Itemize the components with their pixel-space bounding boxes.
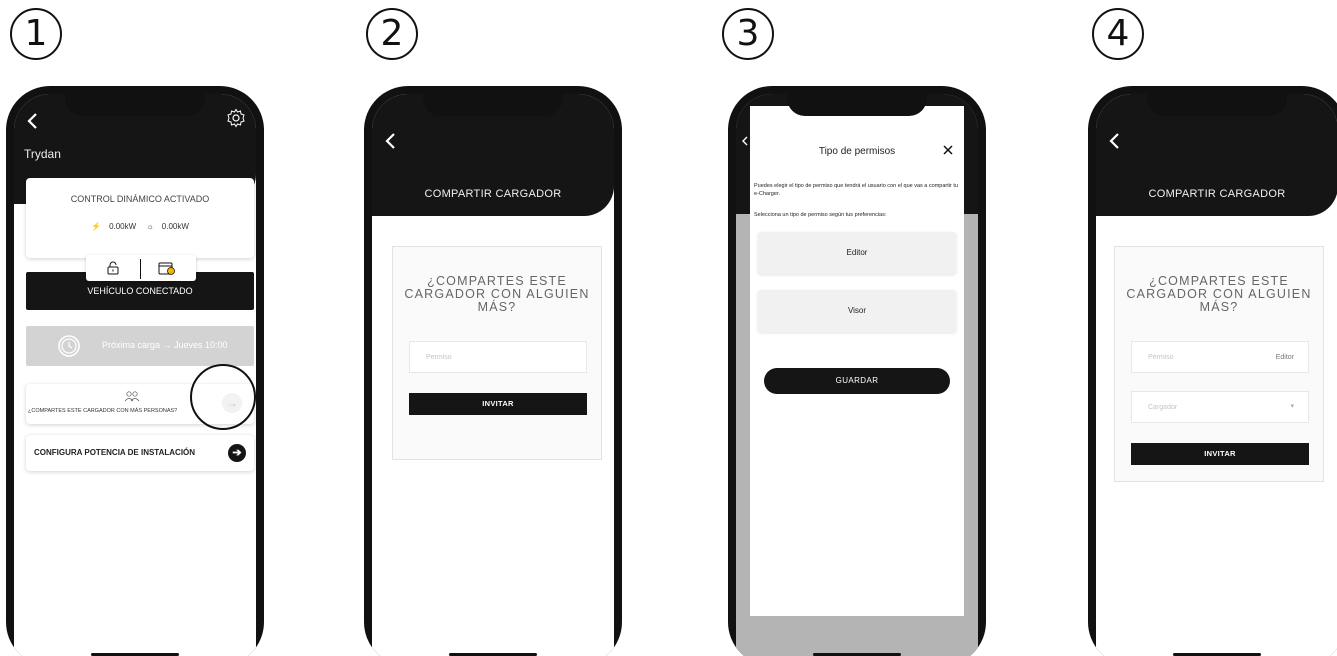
permission-field[interactable]: Permiso Editor bbox=[1131, 341, 1309, 373]
charger-select[interactable]: Cargador ▾ bbox=[1131, 391, 1309, 423]
power-config-label: CONFIGURA POTENCIA DE INSTALACIÓN bbox=[34, 448, 196, 457]
share-form: ¿COMPARTES ESTE CARGADOR CON ALGUIEN MÁS… bbox=[1114, 246, 1324, 482]
sun-icon: ☼ bbox=[146, 222, 154, 231]
notch bbox=[423, 94, 563, 116]
permission-placeholder: Permiso bbox=[1148, 354, 1174, 361]
modal-title: Tipo de permisos bbox=[818, 146, 896, 157]
permissions-screen: Tipo de permisos Puedes elegir el tipo d… bbox=[736, 94, 978, 656]
page-title: COMPARTIR CARGADOR bbox=[424, 188, 562, 200]
divider bbox=[140, 259, 141, 279]
option-editor[interactable]: Editor bbox=[758, 232, 956, 274]
permission-placeholder: Permiso bbox=[426, 354, 452, 361]
step-number-1: 1 bbox=[10, 8, 62, 60]
dynamic-control-card: CONTROL DINÁMICO ACTIVADO ⚡ 0.00kW ☼ 0.00k… bbox=[26, 178, 254, 258]
back-icon[interactable] bbox=[24, 112, 42, 130]
clock-icon bbox=[58, 335, 80, 357]
chevron-down-icon: ▾ bbox=[1290, 403, 1294, 410]
charger-screen: Trydan CONTROL DINÁMICO ACTIVADO ⚡ 0.00kW… bbox=[14, 94, 256, 656]
share-charger-text: ¿COMPARTES ESTE CARGADOR CON MÁS PERSONA… bbox=[28, 408, 178, 414]
share-question: ¿COMPARTES ESTE CARGADOR CON ALGUIEN MÁS… bbox=[404, 274, 590, 314]
charger-name: Trydan bbox=[24, 147, 61, 161]
grid-tower-icon: ⚡ bbox=[91, 222, 102, 231]
phone-3: Tipo de permisos Puedes elegir el tipo d… bbox=[728, 86, 986, 656]
vehicle-connected-label: VEHÍCULO CONECTADO bbox=[87, 286, 193, 296]
power-readings: ⚡ 0.00kW ☼ 0.00kW bbox=[26, 222, 254, 231]
page-title: COMPARTIR CARGADOR bbox=[1148, 188, 1286, 200]
grid-power-value: 0.00kW bbox=[109, 222, 137, 231]
people-icon bbox=[124, 391, 140, 402]
notch bbox=[1147, 94, 1287, 116]
highlight-circle bbox=[190, 364, 256, 430]
back-icon bbox=[742, 136, 748, 146]
power-config-card[interactable]: CONFIGURA POTENCIA DE INSTALACIÓN ➔ bbox=[26, 435, 254, 471]
save-button[interactable]: GUARDAR bbox=[764, 368, 950, 394]
arrow-right-icon[interactable]: ➔ bbox=[228, 444, 246, 462]
step-number-3: 3 bbox=[722, 8, 774, 60]
share-question: ¿COMPARTES ESTE CARGADOR CON ALGUIEN MÁS… bbox=[1126, 274, 1312, 314]
notch bbox=[65, 94, 205, 116]
step-number-2: 2 bbox=[366, 8, 418, 60]
modal-hint: Selecciona un tipo de permiso según tus … bbox=[754, 212, 887, 218]
back-icon[interactable] bbox=[1106, 132, 1124, 150]
option-viewer[interactable]: Visor bbox=[758, 290, 956, 332]
permission-value: Editor bbox=[1275, 354, 1294, 361]
solar-power-value: 0.00kW bbox=[161, 222, 189, 231]
gear-icon[interactable] bbox=[226, 108, 246, 128]
back-icon[interactable] bbox=[382, 132, 400, 150]
share-screen-filled: COMPARTIR CARGADOR ¿COMPARTES ESTE CARGA… bbox=[1096, 94, 1337, 656]
quick-actions bbox=[86, 255, 196, 281]
share-screen: COMPARTIR CARGADOR ¿COMPARTES ESTE CARGA… bbox=[372, 94, 614, 656]
invite-button[interactable]: INVITAR bbox=[1131, 443, 1309, 465]
share-form: ¿COMPARTES ESTE CARGADOR CON ALGUIEN MÁS… bbox=[392, 246, 602, 460]
phone-1: Trydan CONTROL DINÁMICO ACTIVADO ⚡ 0.00kW… bbox=[6, 86, 264, 656]
dynamic-control-title: CONTROL DINÁMICO ACTIVADO bbox=[70, 194, 210, 204]
permission-field[interactable]: Permiso bbox=[409, 341, 587, 373]
phone-2: COMPARTIR CARGADOR ¿COMPARTES ESTE CARGA… bbox=[364, 86, 622, 656]
next-charge-text: Próxima carga → Jueves 10:00 bbox=[102, 340, 228, 350]
lock-icon[interactable] bbox=[106, 261, 120, 275]
notch bbox=[787, 94, 927, 116]
charger-placeholder: Cargador bbox=[1148, 404, 1178, 411]
modal-description: Puedes elegir el tipo de permiso que ten… bbox=[754, 183, 958, 197]
step-number-4: 4 bbox=[1092, 8, 1144, 60]
permissions-modal: Tipo de permisos Puedes elegir el tipo d… bbox=[750, 106, 964, 616]
phone-4: COMPARTIR CARGADOR ¿COMPARTES ESTE CARGA… bbox=[1088, 86, 1337, 656]
invite-button[interactable]: INVITAR bbox=[409, 393, 587, 415]
next-charge-banner[interactable]: Próxima carga → Jueves 10:00 bbox=[26, 326, 254, 366]
schedule-icon[interactable] bbox=[158, 261, 176, 275]
close-icon[interactable] bbox=[942, 144, 954, 156]
